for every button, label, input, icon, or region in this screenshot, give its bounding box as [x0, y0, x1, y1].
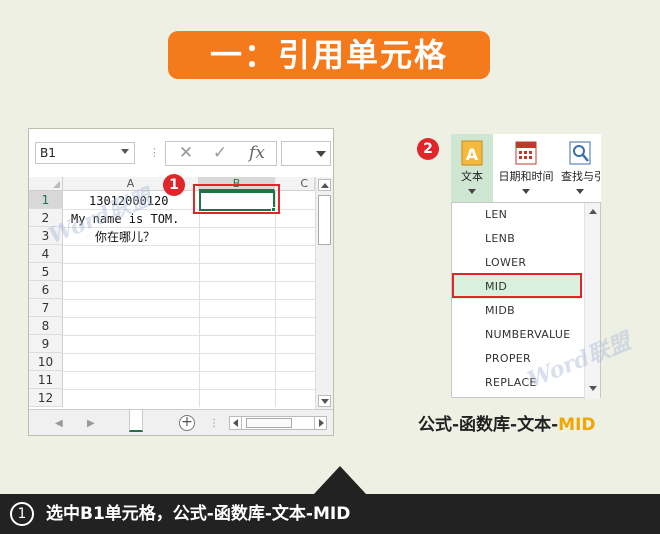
insert-function-icon[interactable]: fx [242, 142, 272, 165]
name-box-dropdown-icon[interactable] [121, 149, 129, 154]
ribbon-function-library: A 文本 日期和时间 查找与引 [451, 134, 601, 204]
b1-highlight-box [193, 184, 280, 214]
menu-item-numbervalue[interactable]: NUMBERVALUE [452, 323, 580, 347]
scroll-left-icon[interactable] [230, 417, 242, 429]
chevron-down-icon [576, 189, 584, 194]
cancel-icon[interactable]: ✕ [172, 142, 200, 165]
hscroll-thumb[interactable] [246, 418, 292, 428]
divider-dots-icon: ⋮ [209, 418, 219, 429]
select-all-corner[interactable] [29, 177, 63, 191]
ribbon-text-label: 文本 [461, 170, 483, 183]
row-header[interactable]: 11 [29, 371, 63, 389]
text-a-icon: A [461, 140, 483, 166]
menu-item-lenb[interactable]: LENB [452, 227, 580, 251]
row-header[interactable]: 5 [29, 263, 63, 281]
enter-icon[interactable]: ✓ [206, 142, 234, 165]
horizontal-scrollbar[interactable] [229, 416, 327, 430]
row-header[interactable]: 12 [29, 389, 63, 407]
sheet-prev-icon[interactable]: ◀ [55, 418, 63, 429]
row-header[interactable]: 6 [29, 281, 63, 299]
formula-bar: B1 ⋮ ✕ ✓ fx [29, 129, 333, 171]
formula-bar-separator: ⋮ [149, 146, 160, 159]
step-instruction: 选中B1单元格，公式-函数库-文本-MID [46, 504, 351, 524]
scroll-down-icon[interactable] [589, 386, 597, 391]
row-header[interactable]: 1 [29, 191, 63, 209]
sheet-tab-bar: ◀ ▶ + ⋮ [29, 409, 333, 435]
formula-buttons: ✕ ✓ fx [165, 141, 277, 166]
chevron-down-icon [468, 189, 476, 194]
step-number: 1 [10, 502, 34, 526]
scroll-down-icon[interactable] [318, 395, 331, 407]
expand-formula-icon[interactable] [316, 151, 326, 157]
menu-item-midb[interactable]: MIDB [452, 299, 580, 323]
ribbon-datetime-button[interactable]: 日期和时间 [497, 134, 555, 204]
ribbon-text-button[interactable]: A 文本 [451, 134, 493, 204]
row-header[interactable]: 10 [29, 353, 63, 371]
row-header[interactable]: 8 [29, 317, 63, 335]
scroll-up-icon[interactable] [589, 209, 597, 214]
scroll-up-icon[interactable] [318, 179, 331, 191]
add-sheet-button[interactable]: + [179, 415, 195, 431]
caption-highlight: MID [558, 415, 596, 435]
step-badge-2: 2 [417, 138, 439, 160]
column-header-c[interactable]: C [275, 177, 315, 191]
text-function-menu: LEN LENB LOWER MID MIDB NUMBERVALUE PROP… [451, 202, 634, 399]
footer-notch [314, 466, 366, 494]
vertical-scrollbar[interactable] [315, 177, 333, 409]
chevron-down-icon [522, 189, 530, 194]
ribbon-lookup-label: 查找与引 [561, 170, 601, 183]
row-header[interactable]: 9 [29, 335, 63, 353]
menu-item-len[interactable]: LEN [452, 203, 580, 227]
cell-a3[interactable]: 你在哪儿？ [95, 228, 155, 246]
scroll-thumb[interactable] [318, 195, 331, 245]
mid-highlight-box [452, 273, 582, 298]
menu-item-lower[interactable]: LOWER [452, 251, 580, 275]
menu-path-caption: 公式-函数库-文本-MID [418, 410, 596, 435]
row-header[interactable]: 7 [29, 299, 63, 317]
step-badge-1: 1 [163, 174, 185, 196]
sheet-next-icon[interactable]: ▶ [87, 418, 95, 429]
instruction-footer: 1 选中B1单元格，公式-函数库-文本-MID [0, 494, 660, 534]
lookup-magnifier-icon [569, 141, 591, 165]
ribbon-lookup-button[interactable]: 查找与引 [559, 134, 601, 204]
excel-window: B1 ⋮ ✕ ✓ fx A B C 1 2 3 4 5 6 7 8 9 10 1… [28, 128, 334, 436]
calendar-icon [515, 141, 537, 165]
caption-prefix: 公式-函数库-文本- [418, 415, 559, 435]
name-box[interactable]: B1 [35, 142, 135, 164]
scroll-right-icon[interactable] [314, 417, 326, 429]
page-title: 一：引用单元格 [168, 31, 490, 79]
ribbon-datetime-label: 日期和时间 [498, 170, 554, 183]
sheet-tab[interactable] [129, 410, 143, 432]
formula-input[interactable] [281, 141, 331, 166]
svg-text:A: A [466, 145, 479, 164]
